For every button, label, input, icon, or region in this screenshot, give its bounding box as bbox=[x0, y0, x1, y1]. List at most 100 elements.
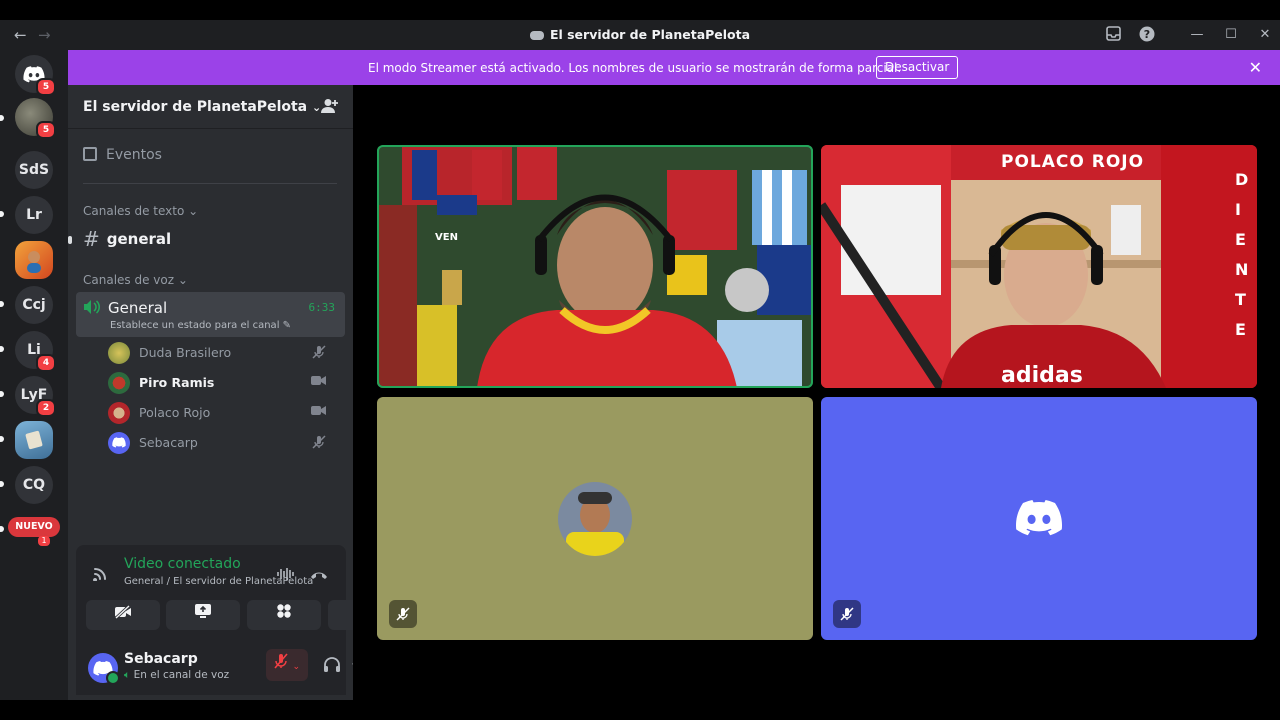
video-camera-icon bbox=[311, 405, 326, 419]
noise-suppression-icon[interactable] bbox=[276, 567, 294, 585]
voice-member[interactable]: Sebacarp bbox=[108, 432, 348, 454]
svg-text:D: D bbox=[1235, 170, 1248, 189]
user-avatar[interactable] bbox=[88, 653, 120, 685]
streamer-mode-banner: El modo Streamer está activado. Los nomb… bbox=[68, 50, 1280, 85]
member-name: Sebacarp bbox=[139, 435, 198, 450]
minimize-icon[interactable]: — bbox=[1188, 26, 1206, 44]
server-lyf[interactable]: LyF 2 bbox=[15, 376, 56, 417]
unread-pill bbox=[0, 301, 4, 307]
category-label: Canales de voz bbox=[83, 273, 175, 287]
server-cq[interactable]: CQ bbox=[15, 466, 53, 504]
voice-member[interactable]: Piro Ramis bbox=[108, 372, 348, 394]
notification-badge: 2 bbox=[36, 399, 56, 417]
close-window-icon[interactable]: ✕ bbox=[1256, 26, 1274, 44]
voice-member[interactable]: Duda Brasilero bbox=[108, 342, 348, 364]
events-label: Eventos bbox=[106, 147, 162, 163]
svg-text:adidas: adidas bbox=[1001, 363, 1083, 388]
channel-general-text[interactable]: # general bbox=[83, 227, 171, 251]
title-bar: ← → El servidor de PlanetaPelota ? — ☐ ✕ bbox=[0, 20, 1280, 50]
user-status-text: En el canal de voz bbox=[133, 669, 230, 681]
server-li[interactable]: Li 4 bbox=[15, 331, 56, 372]
voice-channels-category[interactable]: Canales de voz ⌄ bbox=[83, 273, 188, 287]
member-name: Polaco Rojo bbox=[139, 405, 211, 420]
server-ccj[interactable]: Ccj bbox=[15, 286, 53, 324]
hash-icon: # bbox=[83, 227, 100, 251]
server-lr[interactable]: Lr bbox=[15, 196, 53, 234]
chevron-down-icon: ⌄ bbox=[292, 662, 300, 672]
pencil-icon: ✎ bbox=[282, 320, 292, 331]
channel-status-prompt[interactable]: Establece un estado para el canal ✎ bbox=[110, 320, 291, 331]
server-mini-icon bbox=[529, 31, 544, 40]
video-tile-2[interactable]: adidas D I E N T E POLACO ROJO bbox=[821, 145, 1257, 388]
camera-off-button[interactable] bbox=[86, 600, 160, 630]
mic-mute-button[interactable]: ⌄ bbox=[266, 649, 308, 681]
unread-pill bbox=[0, 481, 4, 487]
chevron-down-icon: ⌄ bbox=[177, 273, 188, 287]
speaker-small-icon: 🔈︎ bbox=[124, 669, 131, 681]
video-tile-1[interactable]: VEN bbox=[377, 145, 813, 388]
chevron-down-icon: ⌄ bbox=[188, 204, 199, 218]
unread-pill bbox=[0, 526, 4, 532]
deactivate-button[interactable]: Desactivar bbox=[876, 56, 959, 79]
connection-signal-icon[interactable] bbox=[93, 565, 111, 585]
server-header[interactable]: El servidor de PlanetaPelota ⌄ bbox=[68, 85, 353, 129]
events-item[interactable]: Eventos bbox=[83, 147, 162, 163]
screen-share-button[interactable] bbox=[166, 600, 240, 630]
server-name-text: El servidor de PlanetaPelota bbox=[83, 99, 308, 115]
unread-pill bbox=[0, 346, 4, 352]
server-avatar-5[interactable] bbox=[15, 241, 53, 279]
help-icon[interactable]: ? bbox=[1138, 26, 1156, 44]
voice-channel-name: General bbox=[108, 299, 168, 317]
svg-text:?: ? bbox=[1144, 28, 1150, 41]
calendar-icon bbox=[83, 147, 97, 161]
voice-member[interactable]: Polaco Rojo bbox=[108, 402, 348, 424]
avatar bbox=[108, 342, 130, 364]
video-camera-icon bbox=[311, 375, 326, 389]
close-banner-icon[interactable]: ✕ bbox=[1249, 58, 1262, 77]
channel-status-text: Establece un estado para el canal bbox=[110, 320, 280, 331]
member-name: Piro Ramis bbox=[139, 375, 215, 390]
avatar bbox=[108, 402, 130, 424]
unread-pill bbox=[0, 115, 4, 121]
voice-channel-general[interactable]: General 6:33 Establece un estado para el… bbox=[76, 292, 345, 337]
streamer-mode-message: El modo Streamer está activado. Los nomb… bbox=[368, 61, 902, 75]
video-tile-4[interactable] bbox=[821, 397, 1257, 640]
headphones-icon[interactable] bbox=[323, 656, 341, 676]
window-title-text: El servidor de PlanetaPelota bbox=[549, 27, 751, 42]
inbox-icon[interactable] bbox=[1104, 26, 1122, 44]
chevron-down-icon: ⌄ bbox=[312, 101, 322, 114]
user-status: 🔈︎ En el canal de voz bbox=[124, 669, 229, 682]
video-tile-3[interactable] bbox=[377, 397, 813, 640]
participant-avatar-3 bbox=[558, 482, 632, 556]
notification-badge: 5 bbox=[36, 121, 56, 139]
member-name: Duda Brasilero bbox=[139, 345, 232, 360]
avatar bbox=[108, 432, 130, 454]
svg-text:E: E bbox=[1235, 230, 1246, 249]
unread-pill bbox=[0, 391, 4, 397]
svg-text:N: N bbox=[1235, 260, 1248, 279]
unread-pill bbox=[0, 211, 4, 217]
server-rail: 5 5 SdS Lr Ccj Li 4 LyF 2 CQ NUEVO 1 bbox=[0, 50, 68, 700]
window-title: El servidor de PlanetaPelota bbox=[0, 27, 1280, 42]
invite-user-icon[interactable] bbox=[321, 98, 339, 118]
server-avatar-2[interactable]: 5 bbox=[15, 98, 56, 139]
mic-muted-icon bbox=[389, 600, 417, 628]
discord-home-icon[interactable]: 5 bbox=[15, 55, 56, 96]
new-badge[interactable]: NUEVO bbox=[8, 517, 60, 537]
text-channels-category[interactable]: Canales de texto ⌄ bbox=[83, 204, 198, 218]
participant-video-1: VEN bbox=[377, 145, 813, 388]
user-name[interactable]: Sebacarp bbox=[124, 651, 198, 667]
server-sds[interactable]: SdS bbox=[15, 151, 53, 189]
call-timer: 6:33 bbox=[308, 301, 336, 314]
server-name: El servidor de PlanetaPelota ⌄ bbox=[83, 99, 321, 115]
discord-logo-icon bbox=[1016, 500, 1063, 536]
online-status-dot bbox=[106, 671, 120, 685]
maximize-icon[interactable]: ☐ bbox=[1222, 26, 1240, 44]
voice-connected-title[interactable]: Video conectado bbox=[124, 556, 241, 572]
disconnect-icon[interactable] bbox=[310, 567, 328, 585]
activities-button[interactable] bbox=[247, 600, 321, 630]
svg-text:I: I bbox=[1235, 200, 1241, 219]
new-count-badge: 1 bbox=[38, 536, 50, 546]
channel-sidebar: El servidor de PlanetaPelota ⌄ Eventos C… bbox=[68, 85, 402, 700]
server-avatar-9[interactable] bbox=[15, 421, 53, 459]
